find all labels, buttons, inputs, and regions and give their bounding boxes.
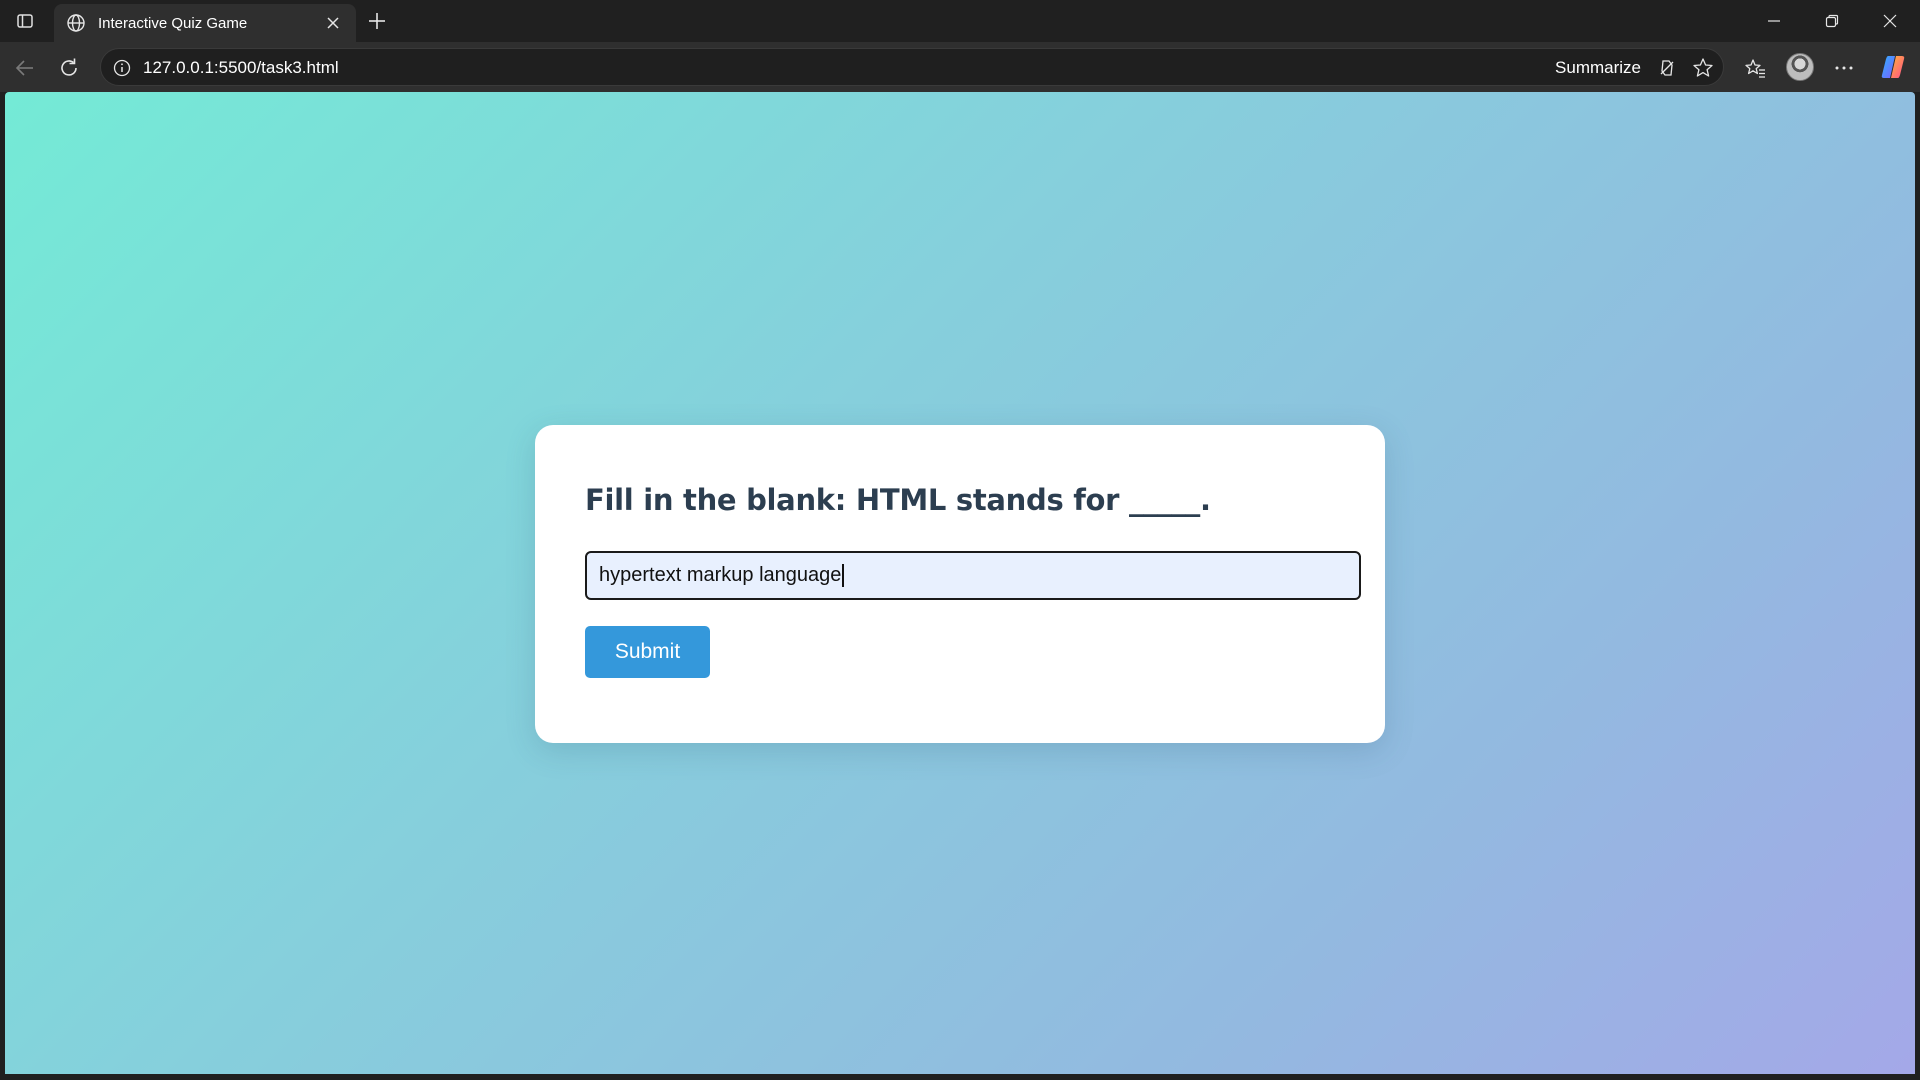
more-icon [1835,66,1853,70]
tab-close-button[interactable] [322,12,344,34]
minimize-icon [1768,20,1780,22]
url-text[interactable]: 127.0.0.1:5500/task3.html [143,58,339,78]
quiz-question: Fill in the blank: HTML stands for _____… [585,483,1211,517]
copilot-icon[interactable] [1880,54,1906,80]
globe-icon [64,11,88,35]
answer-input[interactable] [585,551,1361,600]
restore-button[interactable] [1803,0,1861,42]
plus-icon [369,13,385,29]
minimize-button[interactable] [1745,0,1803,42]
address-bar[interactable]: 127.0.0.1:5500/task3.html Summarize [100,48,1724,86]
favorites-button[interactable] [1738,51,1772,85]
more-button[interactable] [1827,51,1861,85]
page-viewport: Fill in the blank: HTML stands for _____… [5,92,1915,1074]
favorites-icon [1745,59,1765,78]
close-icon [1883,14,1897,28]
text-cursor [842,564,844,587]
tab-actions-button[interactable] [9,6,41,36]
star-icon[interactable] [1691,56,1715,80]
avatar[interactable] [1786,53,1814,81]
window-bottom-edge [0,1074,1920,1080]
refresh-icon [61,58,77,76]
quiz-card: Fill in the blank: HTML stands for _____… [535,425,1385,743]
info-icon[interactable] [111,57,133,79]
browser-toolbar: 127.0.0.1:5500/task3.html Summarize [0,42,1920,92]
copilot-summarize-icon[interactable] [1655,56,1679,80]
close-icon [327,17,339,29]
summarize-button[interactable]: Summarize [1555,58,1641,78]
new-tab-button[interactable] [362,6,392,36]
restore-icon [1825,14,1839,28]
back-button[interactable] [8,51,42,85]
submit-button[interactable]: Submit [585,626,710,678]
tab-title: Interactive Quiz Game [98,14,248,32]
window-close-button[interactable] [1861,0,1919,42]
refresh-button[interactable] [52,51,86,85]
browser-tab[interactable]: Interactive Quiz Game [54,4,356,42]
back-arrow-icon [15,60,33,76]
tab-actions-icon [17,14,33,28]
browser-title-bar: Interactive Quiz Game [0,0,1920,42]
